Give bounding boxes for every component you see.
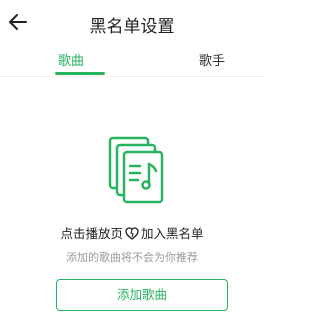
- empty-subtext: 添加的歌曲将不会为你推荐: [66, 251, 198, 264]
- empty-hint: 点击播放页 加入黑名单: [0, 223, 264, 242]
- page-title: 黑名单设置: [89, 17, 175, 37]
- add-song-button[interactable]: 添加歌曲: [56, 279, 228, 311]
- heart-broken-icon: [125, 227, 139, 240]
- active-tab-indicator: [55, 72, 105, 75]
- hint-suffix: 加入黑名单: [141, 226, 204, 241]
- tab-bar: 歌曲 歌手: [0, 46, 264, 77]
- header-bar: 黑名单设置: [0, 0, 264, 46]
- hint-prefix: 点击播放页: [60, 226, 123, 241]
- tab-songs[interactable]: 歌曲: [58, 50, 84, 69]
- music-documents-icon: [108, 136, 164, 204]
- tab-artists[interactable]: 歌手: [199, 50, 225, 69]
